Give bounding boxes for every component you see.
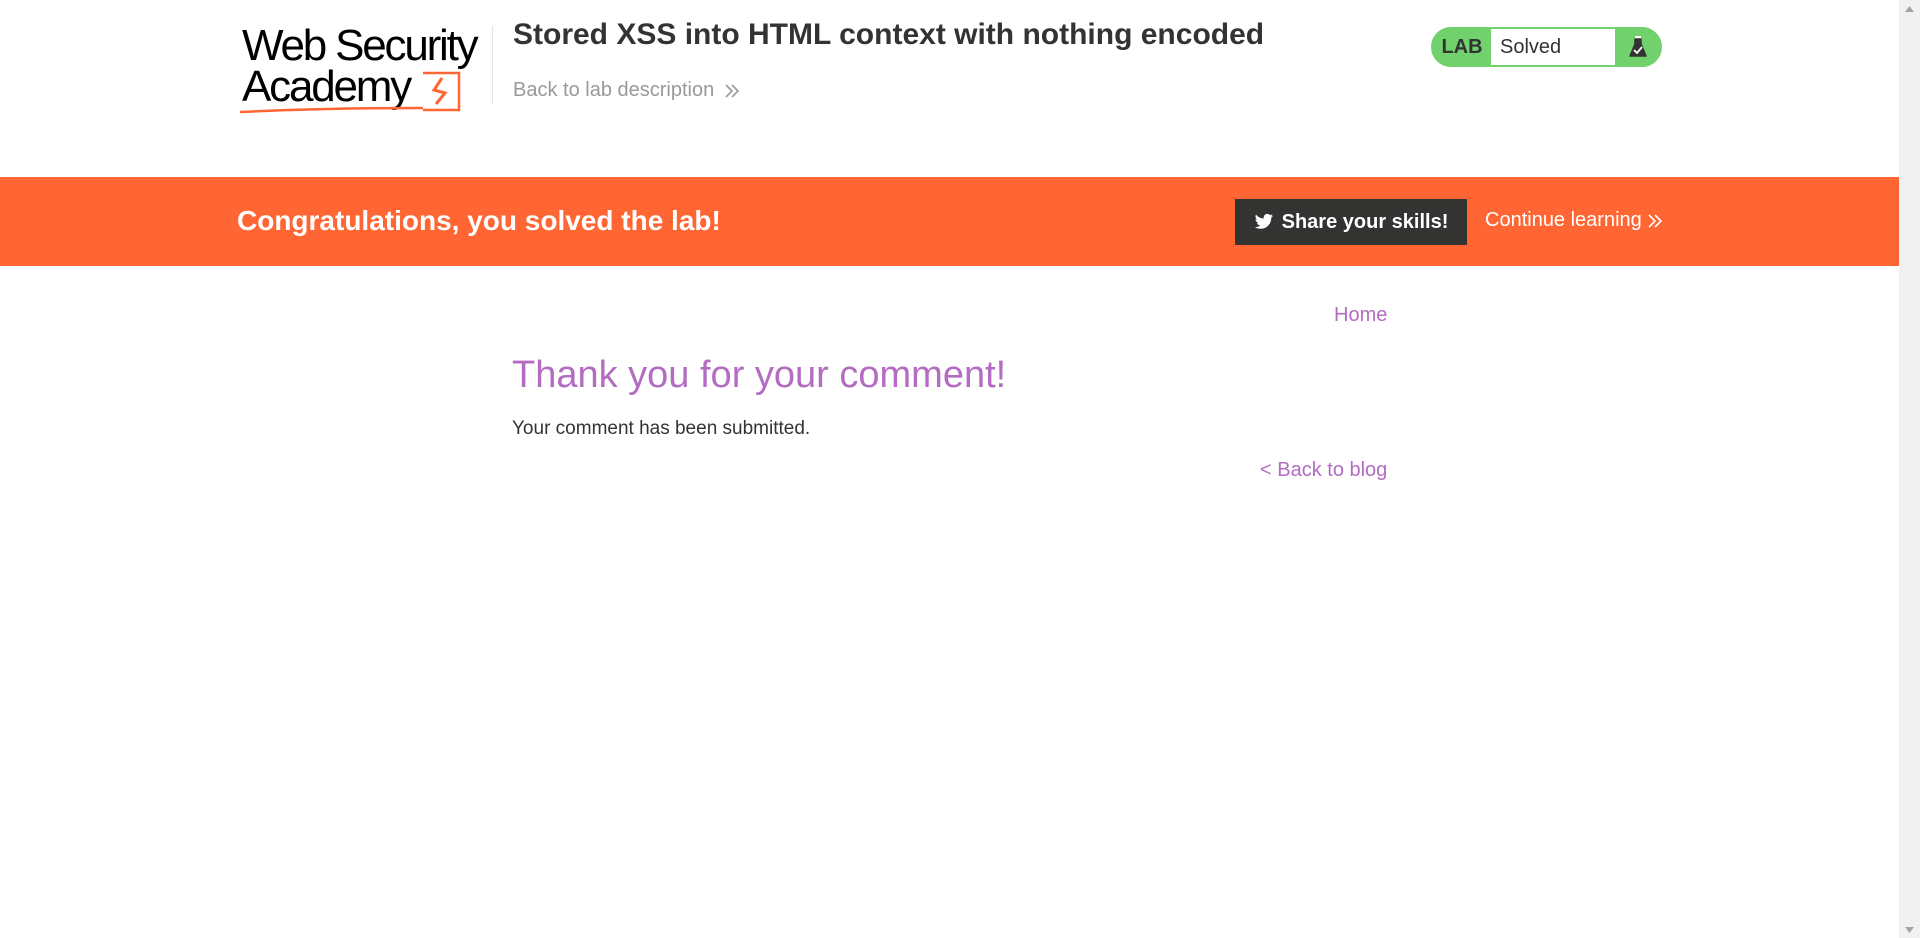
congratulations-message: Congratulations, you solved the lab! bbox=[237, 205, 721, 236]
congratulations-banner: Congratulations, you solved the lab! Sha… bbox=[0, 177, 1899, 266]
lab-title: Stored XSS into HTML context with nothin… bbox=[513, 18, 1265, 51]
back-to-blog-link[interactable]: < Back to blog bbox=[1260, 459, 1387, 482]
logo-flash-icon bbox=[239, 71, 461, 114]
back-link-label: Back to lab description bbox=[513, 79, 715, 101]
academy-logo[interactable]: Web Security Academy bbox=[237, 24, 489, 116]
lab-badge: LAB bbox=[1441, 35, 1483, 58]
header-divider bbox=[492, 26, 493, 104]
academy-header: Web Security Academy Stored XSS into HTM… bbox=[0, 0, 1899, 177]
double-chevron-right-icon bbox=[725, 83, 740, 98]
scroll-down-arrow-icon[interactable] bbox=[1899, 921, 1920, 938]
back-to-lab-description-link[interactable]: Back to lab description bbox=[513, 79, 740, 102]
lab-status-widget: LAB Solved bbox=[1431, 27, 1662, 67]
flask-icon bbox=[1615, 29, 1660, 65]
scroll-up-arrow-icon[interactable] bbox=[1899, 0, 1920, 17]
page-title: Thank you for your comment! bbox=[512, 354, 1007, 396]
lab-status-text: Solved bbox=[1491, 29, 1615, 65]
share-skills-button[interactable]: Share your skills! bbox=[1235, 199, 1467, 245]
vertical-scrollbar[interactable] bbox=[1899, 0, 1920, 938]
twitter-icon bbox=[1254, 213, 1273, 229]
share-button-label: Share your skills! bbox=[1281, 210, 1449, 233]
submission-message: Your comment has been submitted. bbox=[512, 418, 811, 439]
continue-learning-link[interactable]: Continue learning bbox=[1485, 209, 1662, 232]
double-chevron-right-icon bbox=[1648, 213, 1662, 228]
continue-learning-label: Continue learning bbox=[1485, 209, 1642, 231]
home-link[interactable]: Home bbox=[1334, 304, 1387, 327]
